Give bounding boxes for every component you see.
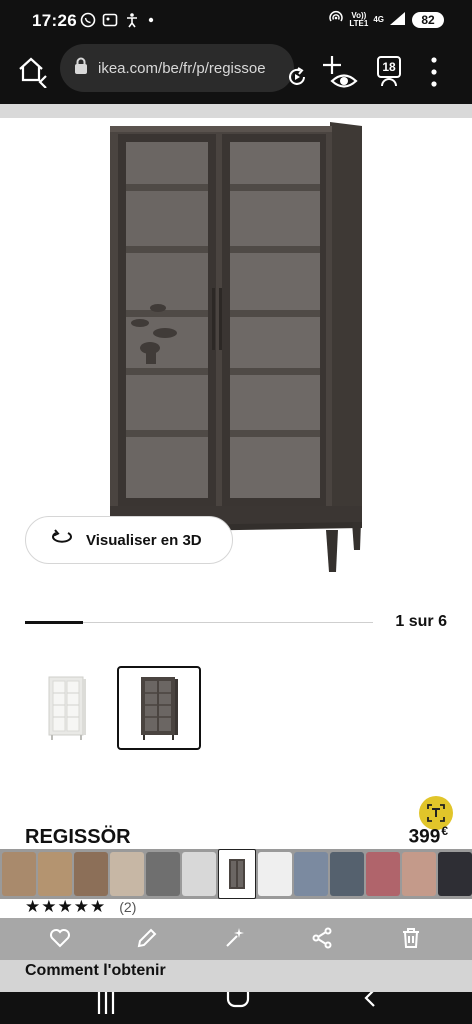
gallery-thumb[interactable] [2,852,36,896]
gallery-thumb-selected[interactable] [218,849,256,899]
rating-stars: ★★★★★ [25,897,106,917]
page-top-divider [0,104,472,118]
image-progress-fill [25,621,83,624]
star-icon: ★ [57,897,73,916]
gallery-thumb[interactable] [182,852,216,896]
status-time: 17:26 [32,11,77,30]
battery-indicator: 82 [412,11,444,28]
sparkle-edit-icon[interactable] [223,926,247,955]
image-counter: 1 sur 6 [395,613,447,630]
screenshot-gallery-strip[interactable] [0,849,472,899]
signal-icon [389,10,407,29]
gallery-icon [102,12,118,31]
lock-icon [74,57,88,80]
browser-toolbar: ikea.com/be/fr/p/regissoe 18 [0,40,472,104]
whatsapp-icon [80,12,96,31]
white-cabinet-image [48,676,86,740]
rating-count: (2) [119,899,137,915]
product-name: REGISSÖR [25,826,131,848]
recent-apps-icon[interactable] [95,992,117,1024]
status-right: Vo)) LTE1 4G 82 [328,10,444,29]
view-3d-button[interactable]: Visualiser en 3D [25,516,233,564]
gallery-thumb[interactable] [146,852,180,896]
gallery-thumb[interactable] [366,852,400,896]
notification-icons [80,12,156,31]
thumbnail-dark-cabinet[interactable] [117,666,201,750]
star-icon: ★ [25,897,41,916]
product-price: 399€ [408,824,448,848]
view-3d-label: Visualiser en 3D [86,531,202,549]
availability-heading: Comment l'obtenir [0,960,472,992]
more-menu-icon[interactable] [428,56,440,97]
star-icon: ★ [73,897,89,916]
rotate-3d-icon [50,529,74,551]
tabs-icon[interactable]: 18 [374,54,404,99]
back-icon[interactable] [362,989,378,1024]
home-icon[interactable] [16,54,50,93]
dot-icon [146,12,156,31]
refresh-icon[interactable] [286,66,308,93]
gallery-thumb[interactable] [110,852,144,896]
heart-icon[interactable] [48,926,72,955]
product-rating[interactable]: ★★★★★ (2) [25,897,136,917]
accessibility-icon [124,12,140,31]
star-icon: ★ [90,897,106,916]
dark-cabinet-image [141,677,178,740]
gallery-thumb[interactable] [294,852,328,896]
screenshot-action-bar [0,918,472,960]
gallery-thumb[interactable] [74,852,108,896]
system-navigation-bar [0,984,472,1024]
gallery-thumb[interactable] [402,852,436,896]
status-bar: 17:26 Vo)) LTE1 4G 82 [0,0,472,40]
new-tab-icon[interactable] [320,54,360,99]
address-bar[interactable]: ikea.com/be/fr/p/regissoe [60,44,294,92]
hotspot-icon [328,10,344,29]
tab-count: 18 [382,60,396,74]
url-text: ikea.com/be/fr/p/regissoe [98,59,266,77]
gallery-thumb[interactable] [438,852,472,896]
gallery-thumb[interactable] [38,852,72,896]
trash-icon[interactable] [399,926,423,955]
home-button-icon[interactable] [226,984,250,1024]
edit-pencil-icon[interactable] [135,926,159,955]
share-icon[interactable] [310,926,334,955]
gallery-thumb[interactable] [258,852,292,896]
image-progress-track [25,621,373,624]
gallery-thumb[interactable] [330,852,364,896]
network-type: 4G [373,14,384,24]
thumbnail-white-cabinet[interactable] [25,666,109,750]
volte-label: Vo)) LTE1 [349,10,369,28]
star-icon: ★ [41,897,57,916]
